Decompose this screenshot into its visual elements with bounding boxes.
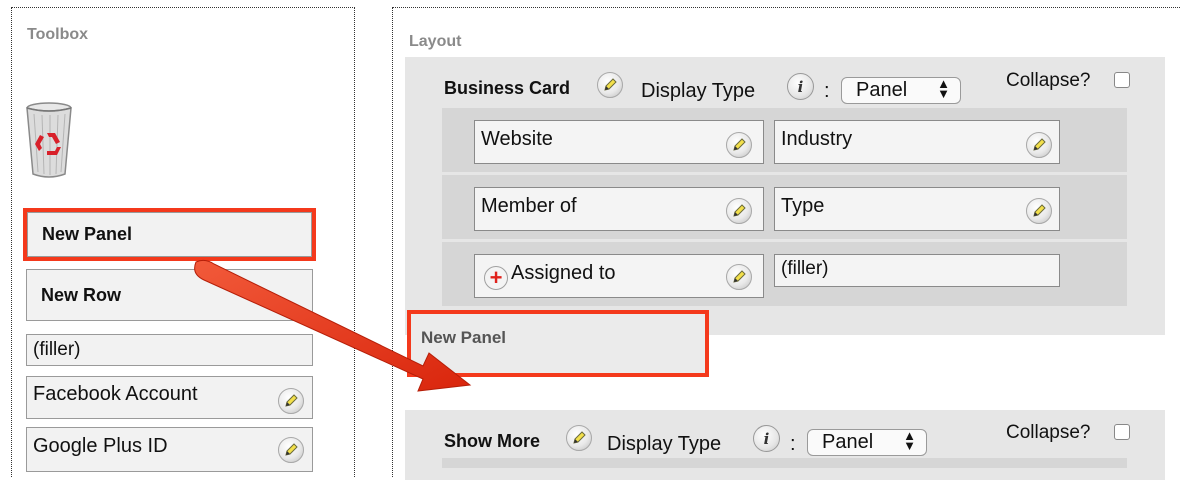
drag-arrow-icon	[194, 259, 472, 392]
